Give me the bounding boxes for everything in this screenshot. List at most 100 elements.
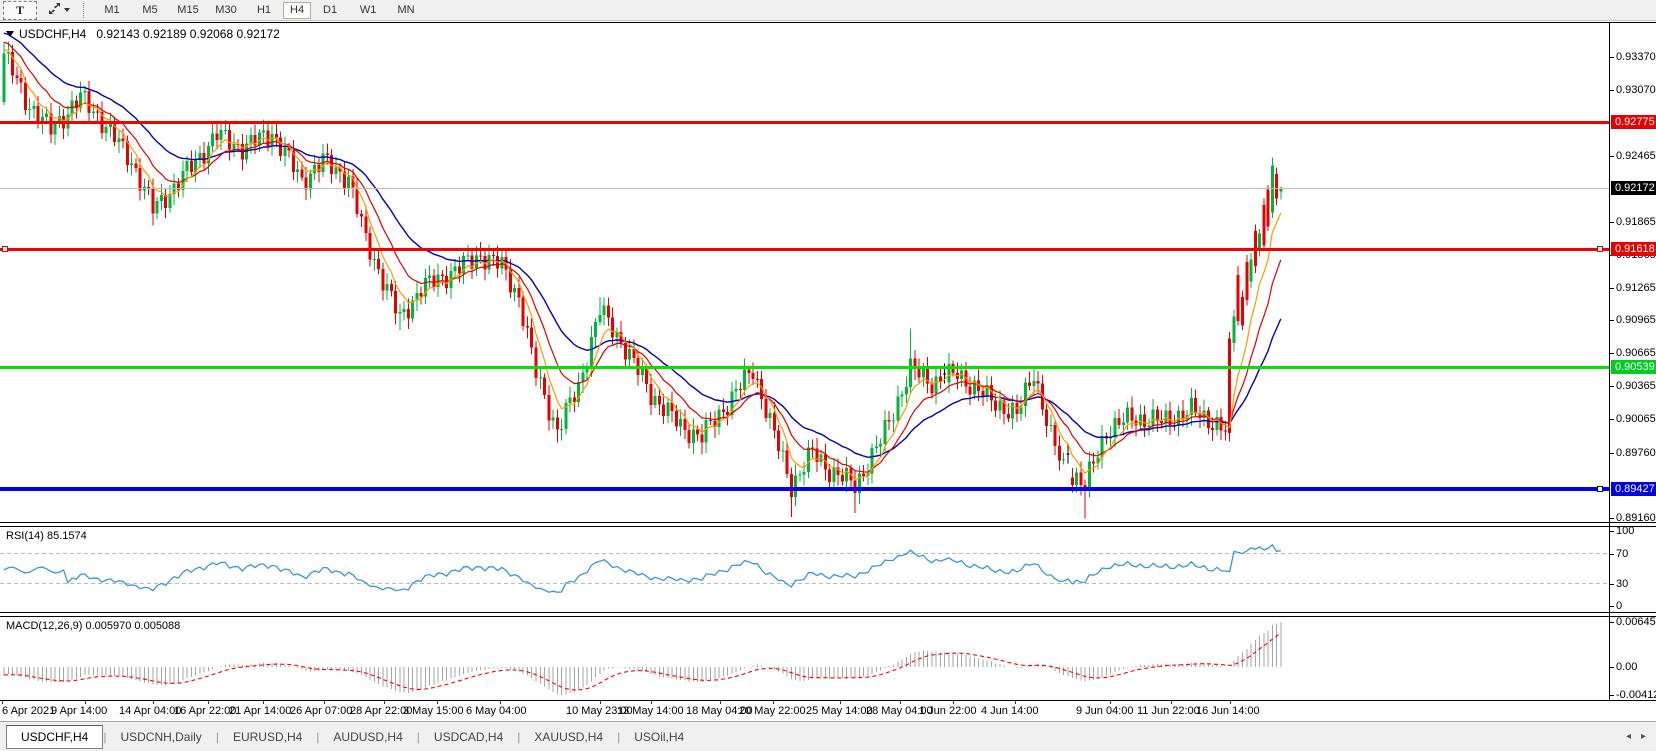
candle-body xyxy=(905,387,908,394)
candle-body xyxy=(411,300,414,318)
current-price-badge: 0.92172 xyxy=(1611,181,1656,195)
candle-body xyxy=(764,399,767,418)
time-axis-tick xyxy=(153,701,154,704)
candle-body xyxy=(892,420,895,421)
candle-body xyxy=(360,214,363,216)
candle-body xyxy=(122,138,125,141)
candle-body xyxy=(1054,425,1057,446)
price-axis-label: 0.93370 xyxy=(1616,51,1656,63)
chart-tab-xauusd[interactable]: XAUUSD,H4 xyxy=(520,726,617,748)
candle-body xyxy=(798,474,801,475)
candle-body xyxy=(151,189,154,213)
time-axis-tick xyxy=(1230,701,1231,704)
candle-body xyxy=(105,127,108,133)
price-axis-label: 0.91265 xyxy=(1616,282,1656,294)
candle-body xyxy=(709,420,712,421)
candle-body xyxy=(735,389,738,391)
candle-body xyxy=(743,369,746,390)
ma-medium-line xyxy=(4,42,1281,472)
candle-body xyxy=(875,447,878,448)
candle-body xyxy=(683,419,686,430)
candle-body xyxy=(901,394,904,396)
candle-body xyxy=(403,309,406,312)
candle-body xyxy=(539,378,542,379)
candle-body xyxy=(1207,410,1210,428)
candle-body xyxy=(547,395,550,420)
candle-body xyxy=(458,267,461,274)
price-axis-tick xyxy=(1610,288,1614,289)
chart-tab-usdcad[interactable]: USDCAD,H4 xyxy=(420,726,517,748)
candle-body xyxy=(922,368,925,378)
candle-body xyxy=(603,306,606,315)
candle-body xyxy=(3,54,6,102)
candle-body xyxy=(1045,410,1048,426)
candle-body xyxy=(1092,461,1095,463)
candle-body xyxy=(1245,262,1248,300)
time-axis-label: 20 May 22:00 xyxy=(739,705,806,717)
line-handle[interactable] xyxy=(1597,246,1603,252)
candle-body xyxy=(705,420,708,443)
time-axis-tick xyxy=(651,701,652,704)
candle-body xyxy=(1224,431,1227,432)
candle-body xyxy=(1258,233,1261,248)
candle-body xyxy=(675,411,678,426)
candle-body xyxy=(117,138,120,142)
candle-body xyxy=(1152,410,1155,426)
time-axis-tick xyxy=(85,701,86,704)
price-axis-tick xyxy=(1610,518,1614,519)
rsi-scale-tick xyxy=(1610,584,1614,585)
time-axis-tick xyxy=(263,701,264,704)
price-axis-label: 0.90065 xyxy=(1616,413,1656,425)
candle-body xyxy=(377,259,380,269)
candlestick-chart[interactable] xyxy=(0,0,1656,751)
time-axis-label: 13 May 14:00 xyxy=(617,705,684,717)
time-axis-label: 16 Jun 14:00 xyxy=(1196,705,1260,717)
candle-body xyxy=(679,419,682,426)
rsi-scale-tick xyxy=(1610,554,1614,555)
candle-body xyxy=(232,144,235,150)
level-line-0.89427[interactable] xyxy=(0,487,1609,491)
time-axis-label: 21 Apr 14:00 xyxy=(229,705,291,717)
level-line-0.92775[interactable] xyxy=(0,121,1609,124)
candle-body xyxy=(1088,461,1091,487)
candle-body xyxy=(726,412,729,415)
candle-body xyxy=(628,349,631,359)
candle-body xyxy=(130,163,133,164)
candle-body xyxy=(1275,174,1278,198)
time-axis-tick xyxy=(1015,701,1016,704)
candle-body xyxy=(215,134,218,140)
trading-app-window: T M1M5M15M30H1H4D1W1MN USDCHF,H4 0.92143… xyxy=(0,0,1656,751)
candle-body xyxy=(722,410,725,412)
candle-body xyxy=(390,284,393,291)
candle-body xyxy=(845,468,848,482)
candle-body xyxy=(998,401,1001,411)
candle-body xyxy=(258,133,261,146)
chart-tab-audusd[interactable]: AUDUSD,H4 xyxy=(319,726,416,748)
tab-scroll-left-icon[interactable]: ◂ xyxy=(1626,731,1631,742)
level-price-badge: 0.90539 xyxy=(1611,360,1656,374)
chart-tab-usdcnh[interactable]: USDCNH,Daily xyxy=(106,726,215,748)
candle-body xyxy=(828,470,831,482)
tab-scroll-right-icon[interactable]: ▸ xyxy=(1641,731,1646,742)
candle-body xyxy=(645,369,648,384)
chart-tab-eurusd[interactable]: EURUSD,H4 xyxy=(219,726,316,748)
line-handle[interactable] xyxy=(2,246,8,252)
candle-body xyxy=(369,233,372,260)
candle-body xyxy=(24,83,27,111)
chart-tab-usoil[interactable]: USOil,H4 xyxy=(620,726,698,748)
candle-body xyxy=(590,337,593,369)
price-axis-label: 0.89160 xyxy=(1616,512,1656,524)
candle-body xyxy=(552,417,555,420)
level-price-badge: 0.92775 xyxy=(1611,115,1656,129)
candle-body xyxy=(186,161,189,171)
level-line-0.91618[interactable] xyxy=(0,248,1609,251)
chart-tab-usdchf[interactable]: USDCHF,H4 xyxy=(6,725,103,749)
time-axis-tick xyxy=(208,701,209,704)
candle-body xyxy=(769,413,772,418)
price-axis-tick xyxy=(1610,222,1614,223)
line-handle[interactable] xyxy=(1597,486,1603,492)
candle-body xyxy=(271,134,274,146)
candle-body xyxy=(526,326,529,328)
quick-panel-caret-icon[interactable] xyxy=(6,31,14,37)
level-line-0.90539[interactable] xyxy=(0,366,1609,369)
